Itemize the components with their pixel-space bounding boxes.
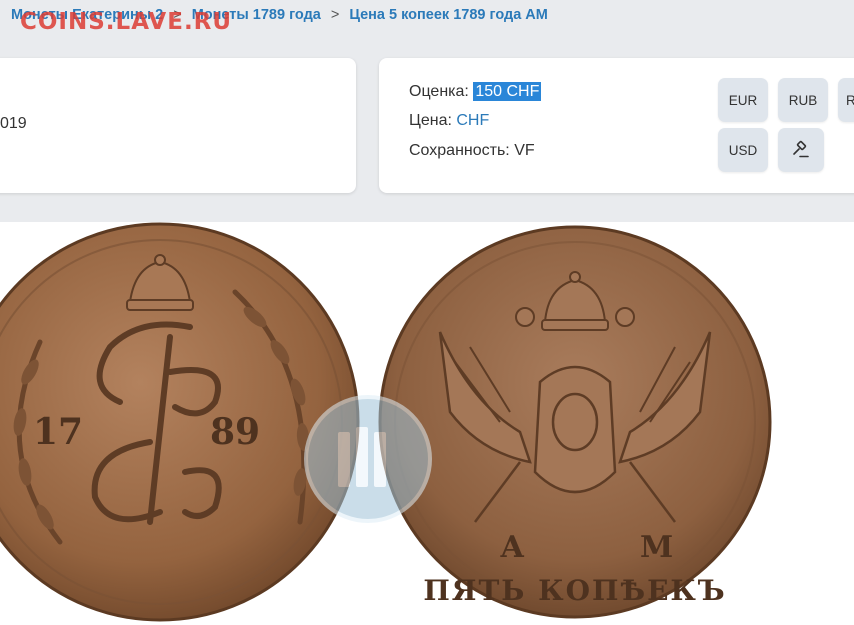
breadcrumb-link-1789-coins[interactable]: Монеты 1789 года [192,7,321,23]
breadcrumb-link-catherine-coins[interactable]: Монеты Екатерины 2 [11,7,163,23]
reverse-legend: ПЯТЬ КОПѢЕКЪ [423,574,726,607]
currency-button-usd[interactable]: USD [718,128,768,172]
currency-button-rub[interactable]: RUB [778,78,828,122]
reverse-letter-right: М [640,530,673,565]
gavel-icon [793,140,809,158]
coin-images: 17 89 А М ПЯТЬ КОПѢЕКЪ [0,222,854,625]
breadcrumb-separator: > [330,7,340,23]
coin-reverse-image: А М ПЯТЬ КОПѢЕКЪ [378,225,772,619]
logo-watermark [304,395,432,523]
obverse-year-left: 17 [33,411,83,453]
coin-details-card: 019 [0,58,356,193]
estimate-value[interactable]: 150 CHF [473,82,542,101]
breadcrumb-link-current-page[interactable]: Цена 5 копеек 1789 года АМ [349,7,548,23]
price-row: Цена: CHF [409,112,489,130]
breadcrumb-separator: > [173,7,182,23]
estimate-row: Оценка: 150 CHF [409,82,542,101]
price-label: Цена: [409,112,452,129]
grade-label: Сохранность: [409,142,510,159]
currency-button-partial[interactable]: R [838,78,854,122]
price-value[interactable]: CHF [456,112,489,129]
year-fragment: 019 [0,115,27,132]
coin-obverse-image: 17 89 [0,222,360,622]
reverse-letter-left: А [500,530,525,565]
grade-value: VF [514,142,535,159]
estimate-label: Оценка: [409,83,469,100]
obverse-year-right: 89 [210,411,260,453]
currency-button-eur[interactable]: EUR [718,78,768,122]
breadcrumb: Монеты Екатерины 2 > Монеты 1789 года > Цена… [11,7,548,23]
price-card: Оценка: 150 CHF Цена: CHF Сохранность: V… [379,58,854,193]
auction-button[interactable] [778,128,824,172]
grade-row: Сохранность: VF [409,142,535,160]
